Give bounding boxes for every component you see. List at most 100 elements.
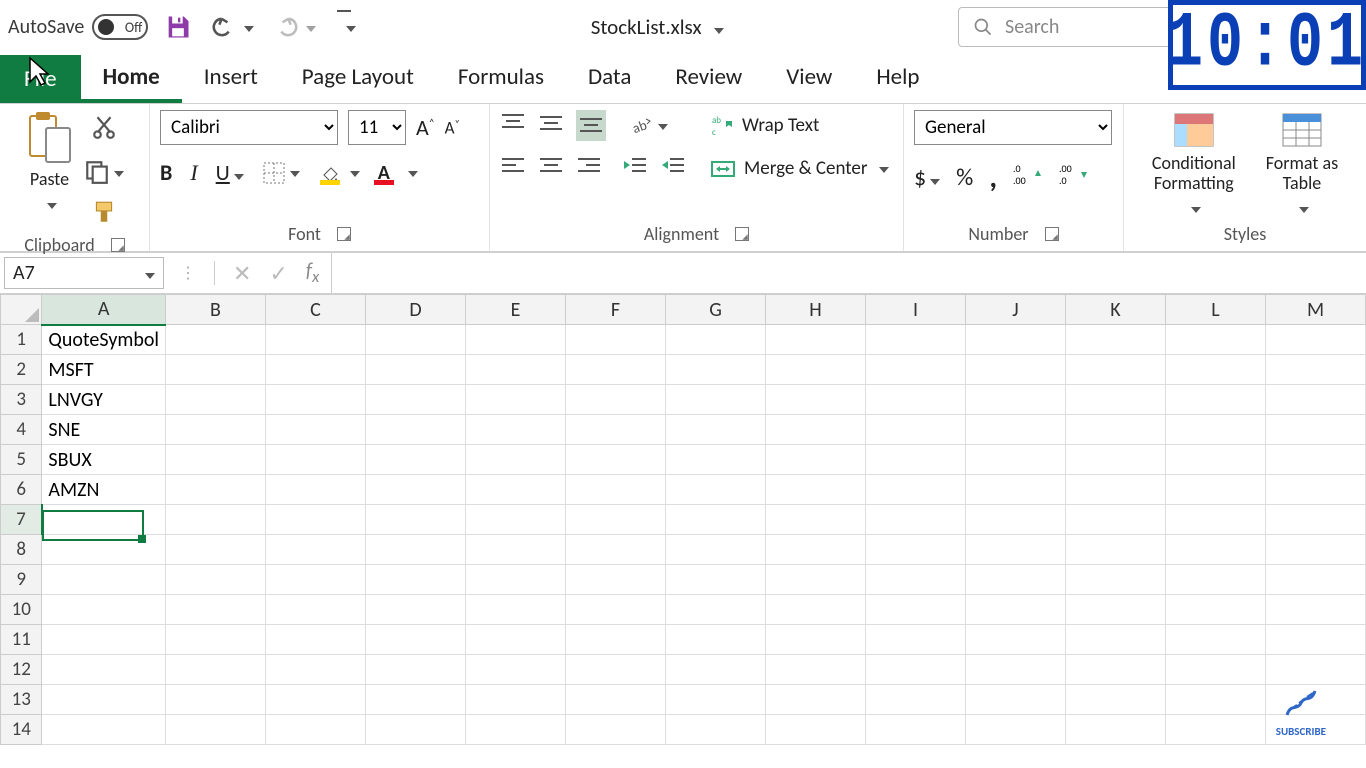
cell-H10[interactable]	[766, 595, 866, 625]
cell-K13[interactable]	[1066, 685, 1166, 715]
align-middle-icon[interactable]	[538, 112, 564, 139]
cell-L13[interactable]	[1166, 685, 1266, 715]
tab-formulas[interactable]: Formulas	[436, 53, 566, 103]
accounting-format-button[interactable]: $	[914, 163, 940, 192]
cell-A2[interactable]: MSFT	[42, 355, 166, 385]
fill-color-button[interactable]	[318, 160, 360, 185]
cell-B14[interactable]	[166, 715, 266, 745]
qat-customize-icon[interactable]	[342, 18, 356, 37]
cell-H14[interactable]	[766, 715, 866, 745]
align-top-icon[interactable]	[500, 112, 526, 139]
cell-C11[interactable]	[266, 625, 366, 655]
cell-I11[interactable]	[866, 625, 966, 655]
cell-M4[interactable]	[1266, 415, 1366, 445]
cell-B7[interactable]	[166, 505, 266, 535]
cell-G7[interactable]	[666, 505, 766, 535]
dialog-launcher-icon[interactable]	[1045, 227, 1059, 241]
font-name-select[interactable]: Calibri	[160, 110, 338, 145]
cell-F12[interactable]	[566, 655, 666, 685]
cell-G4[interactable]	[666, 415, 766, 445]
cell-A4[interactable]: SNE	[42, 415, 166, 445]
autosave-control[interactable]: AutoSave Off	[8, 14, 148, 40]
cell-I6[interactable]	[866, 475, 966, 505]
decrease-indent-icon[interactable]	[622, 155, 648, 182]
cell-I8[interactable]	[866, 535, 966, 565]
cell-A5[interactable]: SBUX	[42, 445, 166, 475]
cell-D4[interactable]	[366, 415, 466, 445]
percent-button[interactable]: %	[956, 163, 973, 192]
cell-I9[interactable]	[866, 565, 966, 595]
cell-L3[interactable]	[1166, 385, 1266, 415]
cell-F8[interactable]	[566, 535, 666, 565]
cell-H2[interactable]	[766, 355, 866, 385]
cell-A6[interactable]: AMZN	[42, 475, 166, 505]
cell-H11[interactable]	[766, 625, 866, 655]
cell-H7[interactable]	[766, 505, 866, 535]
tab-insert[interactable]: Insert	[182, 53, 280, 103]
format-painter-icon[interactable]	[91, 199, 117, 230]
cell-K4[interactable]	[1066, 415, 1166, 445]
cell-E12[interactable]	[466, 655, 566, 685]
row-header-6[interactable]: 6	[1, 475, 42, 505]
cell-D11[interactable]	[366, 625, 466, 655]
row-header-9[interactable]: 9	[1, 565, 42, 595]
cell-C5[interactable]	[266, 445, 366, 475]
cell-B5[interactable]	[166, 445, 266, 475]
cell-C9[interactable]	[266, 565, 366, 595]
cell-J6[interactable]	[966, 475, 1066, 505]
cell-D9[interactable]	[366, 565, 466, 595]
cell-I3[interactable]	[866, 385, 966, 415]
cell-L5[interactable]	[1166, 445, 1266, 475]
cell-K3[interactable]	[1066, 385, 1166, 415]
cell-I7[interactable]	[866, 505, 966, 535]
increase-font-icon[interactable]: A˄	[416, 114, 435, 141]
cell-D8[interactable]	[366, 535, 466, 565]
tab-view[interactable]: View	[764, 53, 854, 103]
row-header-3[interactable]: 3	[1, 385, 42, 415]
redo-button[interactable]	[272, 13, 316, 41]
worksheet[interactable]: ABCDEFGHIJKLM1QuoteSymbol2MSFT3LNVGY4SNE…	[0, 294, 1366, 768]
cell-L4[interactable]	[1166, 415, 1266, 445]
increase-decimal-icon[interactable]: .0.00	[1013, 162, 1043, 193]
cell-J1[interactable]	[966, 325, 1066, 355]
font-color-button[interactable]: A	[378, 160, 418, 185]
cell-J3[interactable]	[966, 385, 1066, 415]
row-header-10[interactable]: 10	[1, 595, 42, 625]
cell-I5[interactable]	[866, 445, 966, 475]
cell-L1[interactable]	[1166, 325, 1266, 355]
cell-C12[interactable]	[266, 655, 366, 685]
merge-center-button[interactable]: Merge & Center	[710, 156, 889, 182]
chevron-down-icon[interactable]	[141, 261, 155, 285]
cell-A8[interactable]	[42, 535, 166, 565]
fx-icon[interactable]: fx	[306, 259, 319, 287]
cell-A13[interactable]	[42, 685, 166, 715]
col-header-I[interactable]: I	[866, 295, 966, 325]
cell-E2[interactable]	[466, 355, 566, 385]
cell-F4[interactable]	[566, 415, 666, 445]
tab-review[interactable]: Review	[653, 53, 764, 103]
col-header-K[interactable]: K	[1066, 295, 1166, 325]
name-box[interactable]: A7	[4, 257, 164, 289]
cell-F11[interactable]	[566, 625, 666, 655]
cell-E3[interactable]	[466, 385, 566, 415]
cell-I2[interactable]	[866, 355, 966, 385]
cell-E13[interactable]	[466, 685, 566, 715]
filename[interactable]: StockList.xlsx	[372, 14, 942, 40]
cell-I13[interactable]	[866, 685, 966, 715]
bold-button[interactable]: B	[160, 159, 172, 186]
borders-button[interactable]	[262, 161, 300, 185]
cell-L9[interactable]	[1166, 565, 1266, 595]
col-header-H[interactable]: H	[766, 295, 866, 325]
cell-C10[interactable]	[266, 595, 366, 625]
cell-F7[interactable]	[566, 505, 666, 535]
cell-M8[interactable]	[1266, 535, 1366, 565]
cell-D12[interactable]	[366, 655, 466, 685]
cell-H12[interactable]	[766, 655, 866, 685]
row-header-4[interactable]: 4	[1, 415, 42, 445]
cell-D13[interactable]	[366, 685, 466, 715]
cell-F2[interactable]	[566, 355, 666, 385]
cell-E6[interactable]	[466, 475, 566, 505]
cell-L8[interactable]	[1166, 535, 1266, 565]
align-bottom-icon[interactable]	[576, 110, 606, 141]
dialog-launcher-icon[interactable]	[735, 227, 749, 241]
